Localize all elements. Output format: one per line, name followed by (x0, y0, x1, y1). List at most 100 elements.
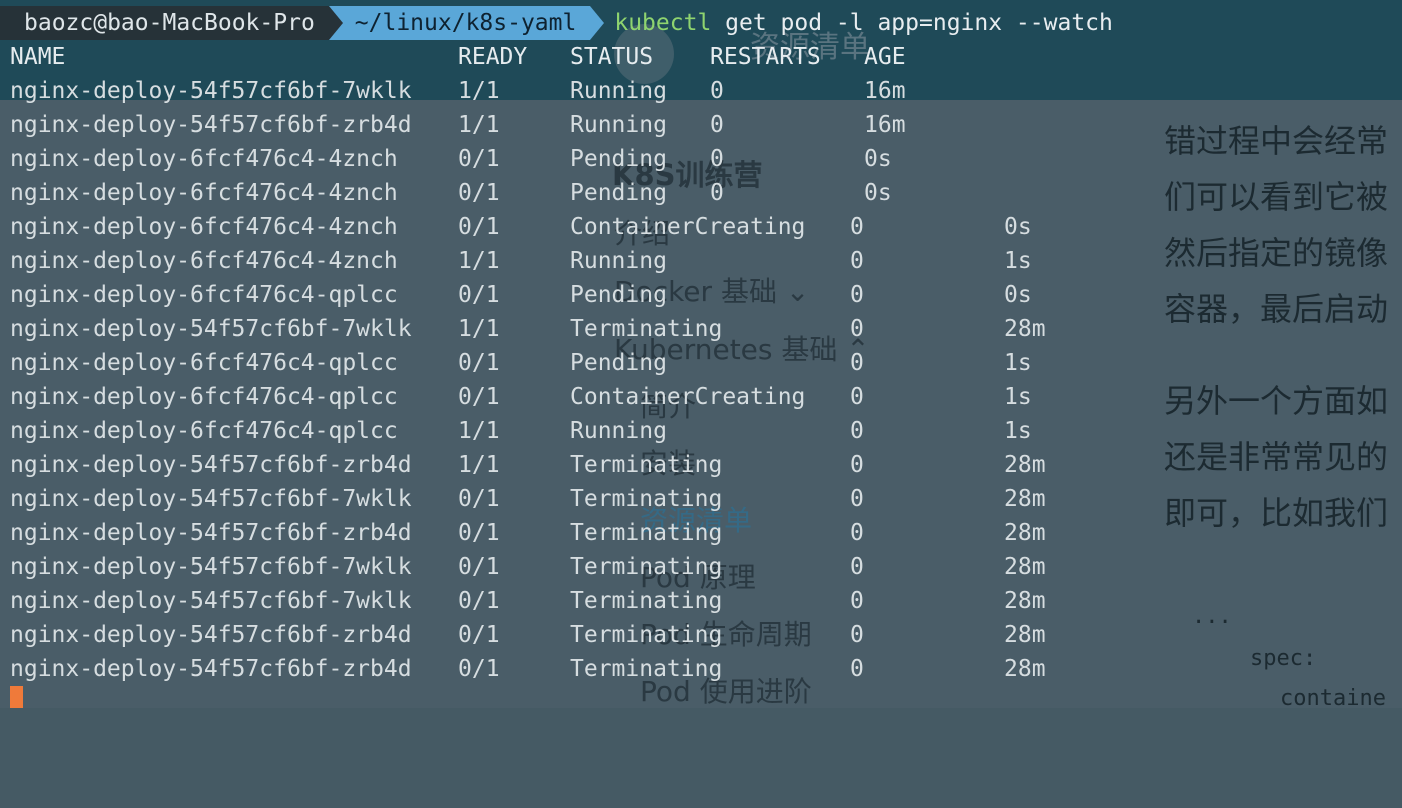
command-args: get pod -l app=nginx --watch (711, 10, 1113, 36)
pod-restarts: 0 (850, 316, 864, 342)
pod-restarts: 0 (850, 214, 864, 240)
pod-ready: 0/1 (458, 588, 500, 614)
pod-status: Running (570, 112, 667, 138)
pod-name: nginx-deploy-6fcf476c4-4znch (10, 146, 398, 172)
pod-name: nginx-deploy-54f57cf6bf-7wklk (10, 316, 412, 342)
pod-name: nginx-deploy-6fcf476c4-qplcc (10, 384, 398, 410)
header-age: AGE (864, 44, 906, 70)
pod-name: nginx-deploy-54f57cf6bf-zrb4d (10, 452, 412, 478)
pod-age: 28m (1004, 656, 1046, 682)
pod-status: Terminating (570, 656, 723, 682)
pod-age: 1s (1004, 350, 1032, 376)
table-row: nginx-deploy-54f57cf6bf-zrb4d 0/1 Termin… (0, 652, 1402, 686)
table-row: nginx-deploy-54f57cf6bf-7wklk 0/1 Termin… (0, 584, 1402, 618)
pod-name: nginx-deploy-54f57cf6bf-7wklk (10, 588, 412, 614)
pod-name: nginx-deploy-6fcf476c4-qplcc (10, 418, 398, 444)
prompt-path-segment: ~/linux/k8s-yaml (328, 6, 604, 40)
pod-ready: 0/1 (458, 214, 500, 240)
pod-ready: 0/1 (458, 656, 500, 682)
pod-restarts: 0 (850, 452, 864, 478)
pod-name: nginx-deploy-54f57cf6bf-zrb4d (10, 656, 412, 682)
pod-ready: 0/1 (458, 520, 500, 546)
pod-name: nginx-deploy-54f57cf6bf-zrb4d (10, 520, 412, 546)
header-ready: READY (458, 44, 528, 70)
pod-status: Pending (570, 180, 667, 206)
pod-ready: 1/1 (458, 248, 500, 274)
pod-ready: 0/1 (458, 486, 500, 512)
pod-ready: 1/1 (458, 316, 500, 342)
terminal-command: kubectl get pod -l app=nginx --watch (590, 10, 1113, 36)
pod-restarts: 0 (710, 112, 724, 138)
pod-name: nginx-deploy-6fcf476c4-qplcc (10, 282, 398, 308)
table-row: nginx-deploy-6fcf476c4-4znch 1/1 Running… (0, 244, 1402, 278)
pod-age: 1s (1004, 384, 1032, 410)
pod-age: 16m (864, 112, 906, 138)
pod-restarts: 0 (850, 486, 864, 512)
table-row: nginx-deploy-54f57cf6bf-zrb4d 0/1 Termin… (0, 618, 1402, 652)
pod-restarts: 0 (850, 622, 864, 648)
pod-ready: 0/1 (458, 180, 500, 206)
pod-age: 1s (1004, 248, 1032, 274)
table-row: nginx-deploy-54f57cf6bf-zrb4d 1/1 Termin… (0, 448, 1402, 482)
pod-age: 28m (1004, 622, 1046, 648)
pod-age: 28m (1004, 588, 1046, 614)
pod-restarts: 0 (850, 554, 864, 580)
pod-ready: 1/1 (458, 78, 500, 104)
pod-status: Terminating (570, 520, 723, 546)
pod-status: Terminating (570, 554, 723, 580)
table-row: nginx-deploy-6fcf476c4-4znch 0/1 Pending… (0, 142, 1402, 176)
pod-restarts: 0 (850, 350, 864, 376)
pod-ready: 1/1 (458, 112, 500, 138)
table-row: nginx-deploy-54f57cf6bf-zrb4d 0/1 Termin… (0, 516, 1402, 550)
header-restarts: RESTARTS (710, 44, 821, 70)
terminal-cursor[interactable] (10, 686, 23, 708)
prompt-user-segment: baozc@bao-MacBook-Pro (0, 6, 343, 40)
pod-name: nginx-deploy-54f57cf6bf-7wklk (10, 554, 412, 580)
pod-restarts: 0 (850, 656, 864, 682)
table-row: nginx-deploy-6fcf476c4-qplcc 0/1 Contain… (0, 380, 1402, 414)
pod-age: 0s (1004, 214, 1032, 240)
pod-age: 0s (864, 180, 892, 206)
pod-restarts: 0 (850, 282, 864, 308)
table-row: nginx-deploy-6fcf476c4-4znch 0/1 Pending… (0, 176, 1402, 210)
table-row: nginx-deploy-6fcf476c4-4znch 0/1 Contain… (0, 210, 1402, 244)
pod-name: nginx-deploy-54f57cf6bf-7wklk (10, 486, 412, 512)
pod-restarts: 0 (850, 384, 864, 410)
background-code-line: containe (1280, 686, 1386, 711)
pod-age: 28m (1004, 316, 1046, 342)
header-status: STATUS (570, 44, 654, 70)
pod-restarts: 0 (710, 146, 724, 172)
command-keyword: kubectl (614, 10, 712, 36)
pod-status: Pending (570, 350, 667, 376)
pod-name: nginx-deploy-6fcf476c4-4znch (10, 248, 398, 274)
pod-status: Terminating (570, 622, 723, 648)
pod-age: 0s (1004, 282, 1032, 308)
pod-status: Terminating (570, 452, 723, 478)
pod-status: Pending (570, 282, 667, 308)
pod-status: ContainerCreating (570, 384, 806, 410)
table-row: nginx-deploy-54f57cf6bf-7wklk 0/1 Termin… (0, 482, 1402, 516)
pod-age: 28m (1004, 486, 1046, 512)
pod-restarts: 0 (850, 588, 864, 614)
pod-age: 28m (1004, 452, 1046, 478)
pod-ready: 0/1 (458, 146, 500, 172)
pod-age: 0s (864, 146, 892, 172)
pod-name: nginx-deploy-54f57cf6bf-7wklk (10, 78, 412, 104)
pod-status: Running (570, 418, 667, 444)
pod-status: ContainerCreating (570, 214, 806, 240)
pod-name: nginx-deploy-6fcf476c4-4znch (10, 180, 398, 206)
table-row: nginx-deploy-54f57cf6bf-7wklk 1/1 Runnin… (0, 74, 1402, 108)
pod-restarts: 0 (850, 520, 864, 546)
pod-ready: 0/1 (458, 554, 500, 580)
pod-restarts: 0 (710, 180, 724, 206)
header-name: NAME (10, 44, 66, 70)
pod-ready: 0/1 (458, 384, 500, 410)
pod-status: Running (570, 78, 667, 104)
pod-ready: 0/1 (458, 350, 500, 376)
pod-status: Terminating (570, 486, 723, 512)
table-header: NAME READY STATUS RESTARTS AGE (0, 40, 1402, 74)
table-row: nginx-deploy-54f57cf6bf-7wklk 0/1 Termin… (0, 550, 1402, 584)
pod-ready: 0/1 (458, 282, 500, 308)
pod-age: 28m (1004, 554, 1046, 580)
pod-ready: 0/1 (458, 622, 500, 648)
